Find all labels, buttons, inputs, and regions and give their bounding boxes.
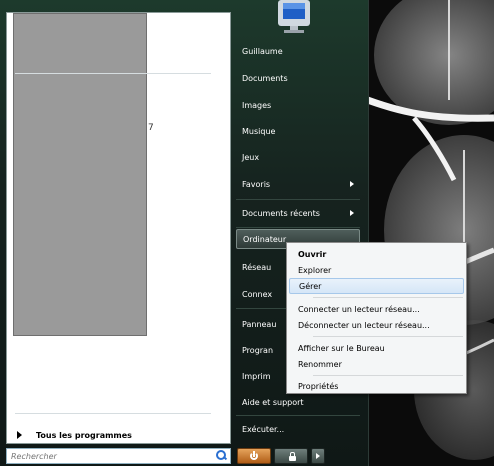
right-item-games[interactable]: Jeux: [236, 146, 360, 168]
all-programs-button[interactable]: Tous les programmes: [17, 427, 217, 443]
start-menu: 7 Tous les programmes Guillaume Document…: [0, 0, 369, 466]
search-input[interactable]: [11, 451, 214, 461]
right-item-user-folder[interactable]: Guillaume: [236, 40, 360, 62]
computer-context-menu: Ouvrir Explorer Gérer Connecter un lecte…: [286, 242, 467, 394]
lock-button[interactable]: [274, 448, 308, 464]
start-menu-left-pane: 7 Tous les programmes: [6, 12, 231, 444]
right-item-documents[interactable]: Documents: [236, 67, 360, 89]
context-item-disconnect-network-drive[interactable]: Déconnecter un lecteur réseau...: [289, 317, 464, 333]
power-icon: [250, 451, 258, 460]
menu-separator: [236, 227, 360, 228]
pane-separator: [15, 73, 211, 74]
user-picture-icon[interactable]: [270, 0, 318, 34]
context-item-explore[interactable]: Explorer: [289, 262, 464, 278]
right-item-favorites[interactable]: Favoris: [236, 173, 360, 195]
context-menu-separator: [313, 297, 463, 298]
right-item-help-and-support[interactable]: Aide et support: [236, 391, 360, 413]
context-item-properties[interactable]: Propriétés: [289, 378, 464, 394]
context-item-rename[interactable]: Renommer: [289, 356, 464, 372]
lock-icon: [289, 452, 296, 461]
leaf-wallpaper-graphic: [354, 0, 494, 460]
context-item-map-network-drive[interactable]: Connecter un lecteur réseau...: [289, 301, 464, 317]
arrow-right-icon: [316, 453, 320, 459]
menu-separator: [236, 415, 360, 416]
context-menu-separator: [313, 375, 463, 376]
right-item-pictures[interactable]: Images: [236, 94, 360, 116]
context-menu-separator: [313, 336, 463, 337]
search-box[interactable]: [6, 448, 231, 464]
search-icon[interactable]: [214, 449, 228, 463]
menu-separator: [236, 199, 360, 200]
shutdown-options-button[interactable]: [311, 448, 325, 464]
chevron-right-icon: [350, 181, 354, 187]
all-programs-label: Tous les programmes: [36, 430, 132, 440]
context-item-show-on-desktop[interactable]: Afficher sur le Bureau: [289, 340, 464, 356]
right-item-run[interactable]: Exécuter...: [236, 418, 360, 440]
power-controls: [237, 448, 325, 464]
power-button[interactable]: [237, 448, 271, 464]
program-list-fragment: 7: [148, 123, 154, 133]
redacted-program-list: [13, 13, 147, 336]
chevron-right-icon: [350, 210, 354, 216]
right-item-music[interactable]: Musique: [236, 120, 360, 142]
arrow-right-icon: [17, 431, 22, 439]
context-item-manage[interactable]: Gérer: [289, 278, 464, 294]
right-item-recent-documents[interactable]: Documents récents: [236, 202, 360, 224]
context-item-open[interactable]: Ouvrir: [289, 246, 464, 262]
pane-separator: [15, 413, 211, 414]
